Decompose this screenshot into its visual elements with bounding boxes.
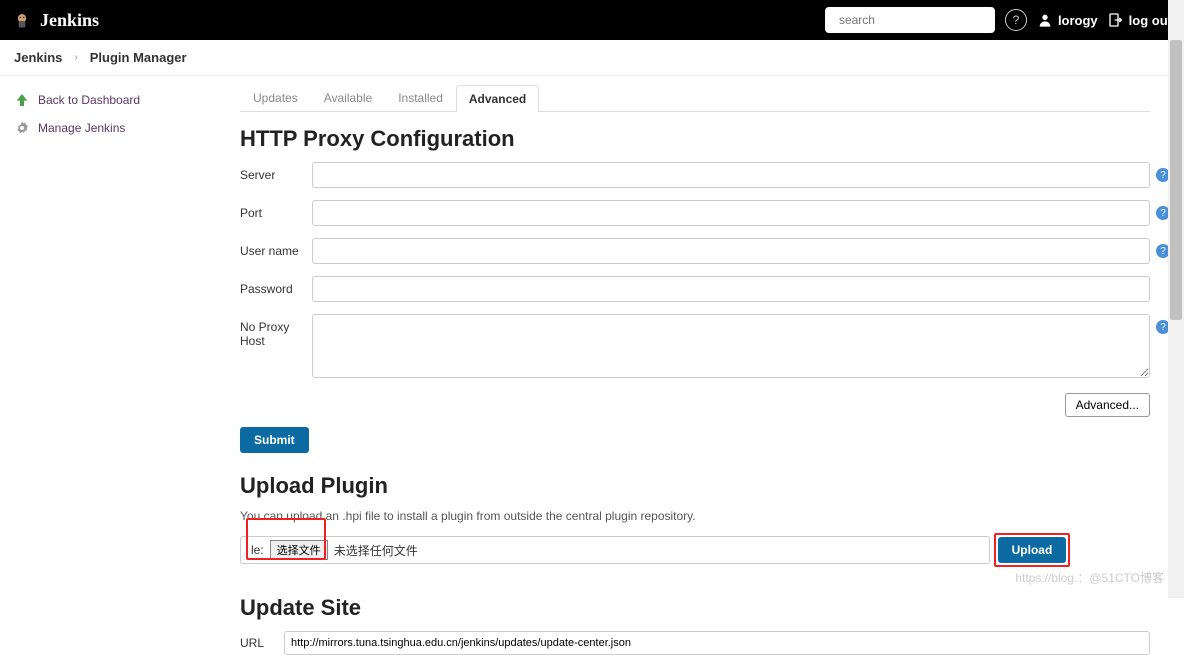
file-status: 未选择任何文件 xyxy=(334,542,418,559)
search-box[interactable] xyxy=(825,7,995,33)
breadcrumb-separator: › xyxy=(74,52,77,63)
scrollbar-thumb[interactable] xyxy=(1170,40,1182,320)
breadcrumb: Jenkins › Plugin Manager xyxy=(0,40,1184,76)
file-row: le: 选择文件 未选择任何文件 xyxy=(240,536,990,564)
upload-button-wrap: Upload xyxy=(994,533,1071,567)
user-link[interactable]: lorogy xyxy=(1037,12,1098,28)
label-noproxy: No Proxy Host xyxy=(240,314,312,348)
main-container: Back to Dashboard Manage Jenkins Updates… xyxy=(0,76,1184,655)
form-row-password: Password xyxy=(240,276,1150,302)
form-row-username: User name ? xyxy=(240,238,1150,264)
advanced-button-row: Advanced... xyxy=(240,393,1150,417)
label-server: Server xyxy=(240,162,312,182)
scrollbar[interactable] xyxy=(1168,0,1184,598)
highlight-annotation: Upload xyxy=(994,533,1071,567)
updatesite-heading: Update Site xyxy=(240,595,1150,621)
form-row-noproxy: No Proxy Host ? xyxy=(240,314,1150,381)
input-username[interactable] xyxy=(312,238,1150,264)
logo[interactable]: Jenkins xyxy=(12,10,99,31)
logout-link[interactable]: log out xyxy=(1108,12,1172,28)
upload-button[interactable]: Upload xyxy=(998,537,1067,563)
logout-icon xyxy=(1108,12,1124,28)
username: lorogy xyxy=(1058,13,1098,28)
header-right: ? lorogy log out xyxy=(825,7,1172,33)
tab-installed[interactable]: Installed xyxy=(385,84,456,111)
tabs: Updates Available Installed Advanced xyxy=(240,84,1150,112)
input-noproxy[interactable] xyxy=(312,314,1150,378)
sidebar-item-back[interactable]: Back to Dashboard xyxy=(14,88,216,112)
advanced-button[interactable]: Advanced... xyxy=(1065,393,1150,417)
search-input[interactable] xyxy=(839,13,994,27)
label-port: Port xyxy=(240,200,312,220)
form-row-server: Server ? xyxy=(240,162,1150,188)
tab-advanced[interactable]: Advanced xyxy=(456,85,539,112)
arrow-up-icon xyxy=(14,92,30,108)
url-row: URL xyxy=(240,631,1150,655)
input-password[interactable] xyxy=(312,276,1150,302)
sidebar-item-label: Back to Dashboard xyxy=(38,93,140,107)
jenkins-logo-icon xyxy=(12,10,32,30)
sidebar: Back to Dashboard Manage Jenkins xyxy=(0,76,230,655)
breadcrumb-item[interactable]: Plugin Manager xyxy=(90,50,187,65)
breadcrumb-item[interactable]: Jenkins xyxy=(14,50,62,65)
form-row-port: Port ? xyxy=(240,200,1150,226)
tab-updates[interactable]: Updates xyxy=(240,84,311,111)
top-header: Jenkins ? lorogy log out xyxy=(0,0,1184,40)
upload-heading: Upload Plugin xyxy=(240,473,1150,499)
input-port[interactable] xyxy=(312,200,1150,226)
sidebar-item-manage[interactable]: Manage Jenkins xyxy=(14,116,216,140)
user-icon xyxy=(1037,12,1053,28)
url-input[interactable] xyxy=(284,631,1150,655)
file-label: le: xyxy=(241,543,270,557)
submit-button[interactable]: Submit xyxy=(240,427,309,453)
brand-text: Jenkins xyxy=(40,10,99,31)
gear-icon xyxy=(14,120,30,136)
label-username: User name xyxy=(240,238,312,258)
tab-available[interactable]: Available xyxy=(311,84,385,111)
proxy-heading: HTTP Proxy Configuration xyxy=(240,126,1150,152)
input-server[interactable] xyxy=(312,162,1150,188)
sidebar-item-label: Manage Jenkins xyxy=(38,121,125,135)
label-password: Password xyxy=(240,276,312,296)
watermark: https://blog.：@51CTO博客 xyxy=(1015,569,1164,586)
url-label: URL xyxy=(240,636,284,650)
help-icon[interactable]: ? xyxy=(1005,9,1027,31)
upload-description: You can upload an .hpi file to install a… xyxy=(240,509,1150,523)
choose-file-button[interactable]: 选择文件 xyxy=(270,540,328,560)
logout-text: log out xyxy=(1129,13,1172,28)
